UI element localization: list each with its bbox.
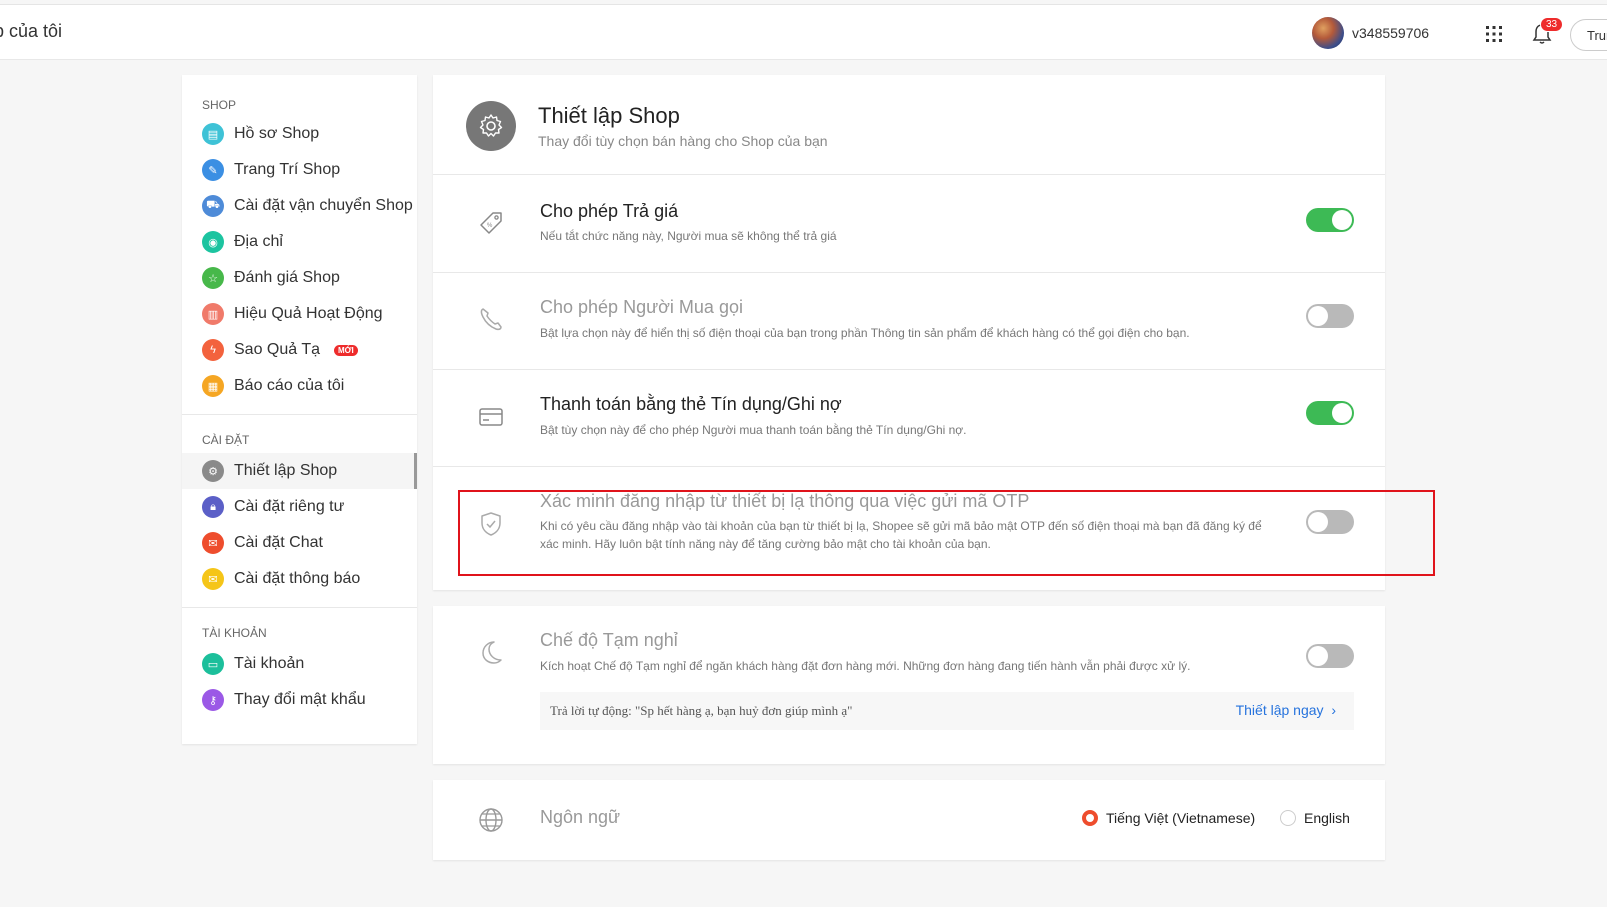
gear-icon [466,101,516,151]
shop-settings-card: Thiết lập Shop Thay đổi tùy chọn bán hàn… [433,75,1385,590]
setup-now-link[interactable]: Thiết lập ngay › [1236,702,1336,718]
lock-icon: 🔒︎ [202,496,224,518]
setting-row-buyer-call: Cho phép Người Mua gọi Bật lựa chọn này … [433,273,1385,370]
card-payment-toggle[interactable] [1306,401,1354,425]
sidebar-item-shop-profile[interactable]: ▤ Hồ sơ Shop [182,116,417,152]
settings-header: Thiết lập Shop Thay đổi tùy chọn bán hàn… [433,75,1385,175]
setting-description: Khi có yêu cầu đăng nhập vào tài khoản c… [540,519,1262,551]
sidebar-item-shop-settings[interactable]: ⚙ Thiết lập Shop [182,453,417,489]
sidebar: SHOP ▤ Hồ sơ Shop ✎ Trang Trí Shop ⛟ Cài… [182,75,417,744]
globe-icon [479,808,503,832]
sidebar-item-shipping[interactable]: ⛟ Cài đặt vận chuyển Shop [182,188,417,224]
sidebar-item-shop-decoration[interactable]: ✎ Trang Trí Shop [182,152,417,188]
report-icon: ▦ [202,375,224,397]
setting-description: Nếu tắt chức năng này, Người mua sẽ khôn… [540,229,837,243]
credit-card-icon [479,408,503,426]
sidebar-item-chat-settings[interactable]: ✉ Cài đặt Chat [182,525,417,561]
language-title: Ngôn ngữ [540,807,621,827]
chat-icon: ✉ [202,532,224,554]
chart-icon: ▥ [202,303,224,325]
sidebar-item-rating[interactable]: ☆ Đánh giá Shop [182,260,417,296]
auto-reply-box: Trả lời tự động: "Sp hết hàng ạ, bạn huỷ… [540,692,1354,730]
sidebar-item-penalty[interactable]: ϟ Sao Quả Tạ MỚI [182,332,417,368]
buyer-call-toggle[interactable] [1306,304,1354,328]
sidebar-item-privacy[interactable]: 🔒︎ Cài đặt riêng tư [182,489,417,525]
radio-unselected-icon [1280,810,1296,826]
bolt-icon: ϟ [202,339,224,361]
sidebar-item-notification-settings[interactable]: ✉ Cài đặt thông báo [182,561,417,597]
settings-subtitle: Thay đổi tùy chọn bán hàng cho Shop của … [538,133,828,149]
sidebar-section-settings: CÀI ĐẶT [202,433,250,447]
page-title: p của tôi [0,21,63,41]
price-tag-icon: % [480,212,502,234]
vacation-toggle[interactable] [1306,644,1354,668]
setting-title: Thanh toán bằng thẻ Tín dụng/Ghi nợ [540,394,842,414]
star-icon: ☆ [202,267,224,289]
notification-badge: 33 [1540,17,1564,32]
top-right-button[interactable]: Trung [1570,19,1607,51]
setting-title: Cho phép Trả giá [540,201,679,221]
setting-title: Xác minh đăng nhập từ thiết bị lạ thông … [540,491,1030,511]
setting-description: Bật tùy chọn này để cho phép Người mua t… [540,423,967,437]
otp-toggle[interactable] [1306,510,1354,534]
bargain-toggle[interactable] [1306,208,1354,232]
setting-title: Cho phép Người Mua gọi [540,297,743,317]
setting-row-card-payment: Thanh toán bằng thẻ Tín dụng/Ghi nợ Bật … [433,370,1385,467]
setting-title: Chế độ Tạm nghỉ [540,630,678,650]
user-menu[interactable]: v348559706 [1312,17,1429,49]
gear-icon: ⚙ [202,460,224,482]
top-bar: p của tôi v348559706 33 Trung [0,4,1607,60]
setting-row-otp: Xác minh đăng nhập từ thiết bị lạ thông … [433,467,1385,590]
radio-vietnamese[interactable]: Tiếng Việt (Vietnamese) [1082,810,1255,826]
setting-row-vacation: Chế độ Tạm nghỉ Kích hoạt Chế độ Tạm ngh… [433,606,1385,764]
moon-icon [482,641,502,664]
phone-icon [480,308,502,331]
username: v348559706 [1352,25,1430,41]
sidebar-item-account[interactable]: ▭ Tài khoản [182,646,417,682]
key-icon: ⚷ [202,689,224,711]
setting-row-bargain: % Cho phép Trả giá Nếu tắt chức năng này… [433,175,1385,273]
avatar [1312,17,1344,49]
radio-english[interactable]: English [1280,810,1350,826]
settings-title: Thiết lập Shop [538,103,680,128]
svg-text:%: % [487,223,493,229]
radio-selected-icon [1082,810,1098,826]
sidebar-section-account: TÀI KHOẢN [202,626,267,640]
mail-icon: ✉ [202,568,224,590]
profile-icon: ▤ [202,123,224,145]
sidebar-item-performance[interactable]: ▥ Hiệu Quả Hoạt Động [182,296,417,332]
truck-icon: ⛟ [202,195,224,217]
setting-description: Kích hoạt Chế độ Tạm nghỉ để ngăn khách … [540,659,1191,673]
location-icon: ◉ [202,231,224,253]
vacation-mode-card: Chế độ Tạm nghỉ Kích hoạt Chế độ Tạm ngh… [433,606,1385,764]
new-badge: MỚI [333,344,358,356]
sidebar-section-shop: SHOP [202,98,237,112]
card-icon: ▭ [202,653,224,675]
language-card: Ngôn ngữ Tiếng Việt (Vietnamese) English [433,780,1385,860]
sidebar-item-address[interactable]: ◉ Địa chỉ [182,224,417,260]
brush-icon: ✎ [202,159,224,181]
sidebar-item-reports[interactable]: ▦ Báo cáo của tôi [182,368,417,404]
setting-description: Bật lựa chọn này để hiển thị số điện tho… [540,326,1190,340]
apps-grid-icon[interactable] [1485,25,1503,43]
sidebar-item-change-password[interactable]: ⚷ Thay đổi mật khẩu [182,682,417,718]
chevron-right-icon: › [1327,702,1336,718]
auto-reply-text: Trả lời tự động: "Sp hết hàng ạ, bạn huỷ… [550,703,853,718]
shield-check-icon [481,512,501,536]
